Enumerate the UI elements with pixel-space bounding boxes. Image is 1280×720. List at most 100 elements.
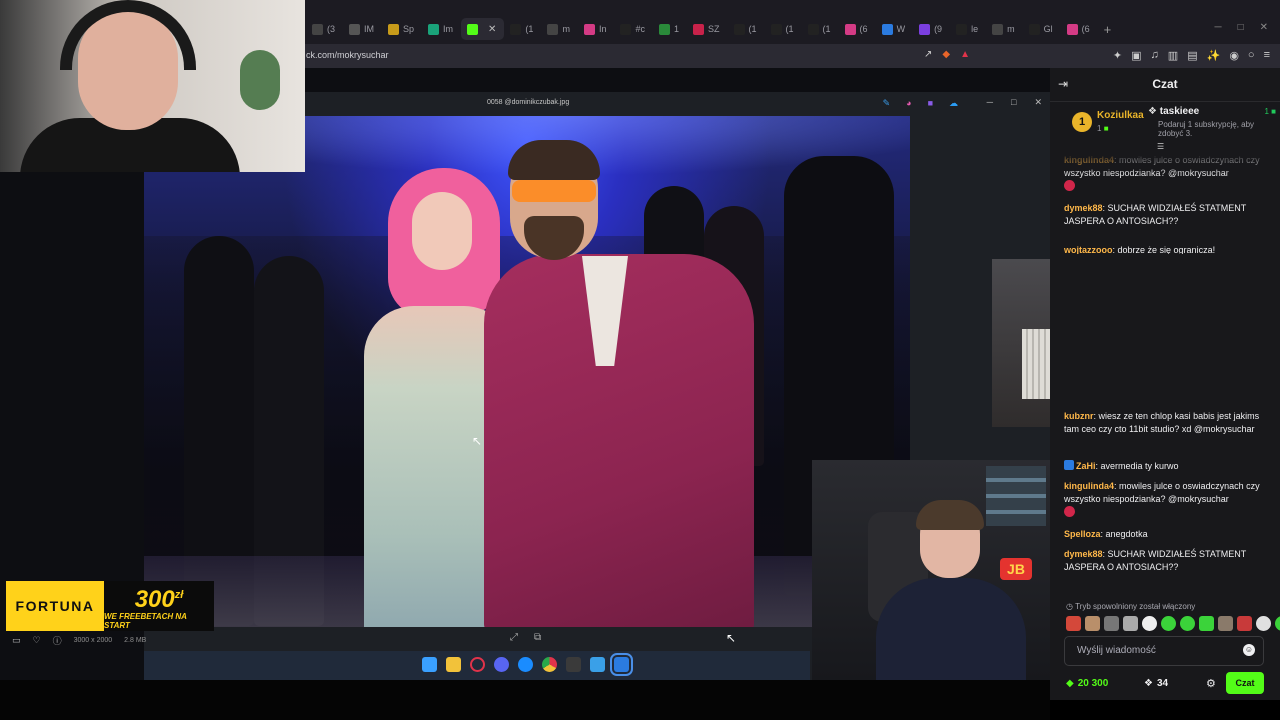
cursor-icon: ↖	[726, 631, 737, 645]
discord-icon[interactable]	[494, 657, 509, 672]
chat-username[interactable]: kingulinda4	[1064, 481, 1114, 491]
tab-close-icon[interactable]: ✕	[488, 24, 496, 35]
shield-icon[interactable]: ◆	[942, 49, 950, 60]
notepad-icon[interactable]	[590, 657, 605, 672]
chat-username[interactable]: Spelloza	[1064, 529, 1101, 539]
messenger-icon[interactable]	[518, 657, 533, 672]
actual-size-icon[interactable]: ⧉	[534, 632, 541, 643]
puzzle-icon[interactable]: ✦	[1113, 49, 1122, 62]
emote[interactable]	[1161, 616, 1176, 631]
tab-favicon-icon	[349, 23, 361, 35]
chat-input-box: ☺	[1064, 636, 1264, 666]
chat-username[interactable]: dymek88	[1064, 549, 1103, 559]
emoji-icon[interactable]: ☺	[1243, 644, 1255, 656]
tab-favicon-icon	[510, 23, 522, 35]
chat-message: kubznr: wiesz ze ten chlop kasi babis je…	[1064, 411, 1260, 434]
emote[interactable]	[1104, 616, 1119, 631]
browser-tab[interactable]: W	[876, 18, 914, 40]
browser-tab[interactable]: le	[950, 18, 986, 40]
edit-icon[interactable]: ✎	[883, 98, 891, 109]
terminal-icon[interactable]	[566, 657, 581, 672]
tab-label: (1	[525, 24, 534, 34]
browser-tab[interactable]: (1	[504, 18, 541, 40]
tab-favicon-icon	[992, 23, 1004, 35]
badge-icon	[1064, 460, 1074, 470]
browser-tab[interactable]: (6	[839, 18, 876, 40]
browser-tab[interactable]: SZ	[687, 18, 728, 40]
close-icon[interactable]: ✕	[1260, 22, 1268, 33]
onedrive-icon[interactable]: ☁	[949, 98, 958, 109]
maximize-icon[interactable]: □	[1238, 22, 1244, 33]
chat-username[interactable]: wojtazzooo	[1064, 245, 1113, 254]
vpn-icon[interactable]: ◉	[1229, 49, 1239, 62]
viewer-minimize-icon[interactable]: ─	[987, 97, 993, 108]
windows-start-icon[interactable]	[422, 657, 437, 672]
fit-icon[interactable]: ⤢	[510, 632, 518, 643]
collections-icon[interactable]: ▤	[1187, 49, 1197, 62]
browser-tab[interactable]: Sp	[382, 18, 422, 40]
emote[interactable]	[1085, 616, 1100, 631]
viewer-window-controls: ─ □ ✕	[987, 97, 1042, 108]
channel-points[interactable]: ◆ 20 300	[1066, 678, 1108, 689]
viewer-close-icon[interactable]: ✕	[1034, 97, 1042, 108]
photos-icon[interactable]	[610, 653, 633, 676]
browser-tab[interactable]: ✕	[461, 18, 505, 40]
tab-label: m	[562, 24, 570, 34]
settings-icon[interactable]: ⚙	[1206, 677, 1216, 690]
subscriber-count[interactable]: ❖ 34	[1144, 678, 1168, 689]
emote[interactable]	[1275, 616, 1280, 631]
viewer-maximize-icon[interactable]: □	[1011, 97, 1016, 108]
chat-username[interactable]: ZaHi	[1076, 461, 1096, 471]
wallet-icon[interactable]: ▣	[1131, 49, 1141, 62]
browser-tab[interactable]: 1	[653, 18, 687, 40]
sparkle-icon[interactable]: ✨	[1207, 49, 1221, 62]
chat-username[interactable]: kubznr	[1064, 411, 1094, 421]
share-icon[interactable]: ↗	[924, 49, 932, 60]
emote[interactable]	[1237, 616, 1252, 631]
browser-tab[interactable]: (1	[728, 18, 765, 40]
browser-tab[interactable]: m	[986, 18, 1023, 40]
chat-username[interactable]: dymek88	[1064, 203, 1103, 213]
emote[interactable]	[1066, 616, 1081, 631]
browser-tab[interactable]: IM	[343, 18, 382, 40]
tab-label: (1	[748, 24, 757, 34]
minimize-icon[interactable]: ─	[1214, 22, 1221, 33]
browser-tab[interactable]: (1	[765, 18, 802, 40]
chat-input[interactable]	[1077, 645, 1237, 656]
browser-tab[interactable]: (6	[1061, 18, 1098, 40]
alert-icon[interactable]: ▲	[960, 49, 970, 60]
file-explorer-icon[interactable]	[446, 657, 461, 672]
favorite-icon[interactable]: ♡	[33, 635, 41, 646]
browser-tab[interactable]: (1	[802, 18, 839, 40]
send-chat-button[interactable]: Czat	[1226, 672, 1264, 694]
browser-tab[interactable]: (9	[913, 18, 950, 40]
emote[interactable]	[1256, 616, 1271, 631]
emote[interactable]	[1180, 616, 1195, 631]
chat-text: dobrze że się ogranicza!	[1117, 245, 1216, 254]
new-tab-icon[interactable]: +	[1104, 22, 1112, 37]
browser-tab[interactable]: Gl	[1023, 18, 1061, 40]
opera-icon[interactable]	[470, 657, 485, 672]
clipchamp-icon[interactable]: ■	[928, 98, 933, 109]
sidebar-icon[interactable]: ▥	[1168, 49, 1178, 62]
chat-text: anegdotka	[1105, 529, 1148, 539]
browser-tab[interactable]: Im	[422, 18, 461, 40]
browser-tab[interactable]: m	[541, 18, 578, 40]
account-icon[interactable]: ○	[1248, 49, 1255, 62]
viewer-toolbar: ✎ ◕ ■ ☁	[883, 98, 958, 109]
designer-icon[interactable]: ◕	[906, 98, 911, 109]
filmstrip-icon[interactable]: ▭	[12, 635, 21, 646]
expand-icon[interactable]: ☰	[1157, 142, 1164, 151]
emote[interactable]	[1199, 616, 1214, 631]
browser-tab[interactable]: #с	[614, 18, 653, 40]
emote[interactable]	[1218, 616, 1233, 631]
menu-icon[interactable]: ≡	[1264, 49, 1270, 62]
info-icon[interactable]: ⓘ	[53, 634, 62, 647]
url-field[interactable]: ck.com/mokrysuchar	[306, 50, 389, 60]
browser-tab[interactable]: In	[578, 18, 615, 40]
emote[interactable]	[1142, 616, 1157, 631]
chrome-icon[interactable]	[542, 657, 557, 672]
browser-tab[interactable]: (3	[306, 18, 343, 40]
music-icon[interactable]: ♫	[1151, 49, 1159, 62]
emote[interactable]	[1123, 616, 1138, 631]
